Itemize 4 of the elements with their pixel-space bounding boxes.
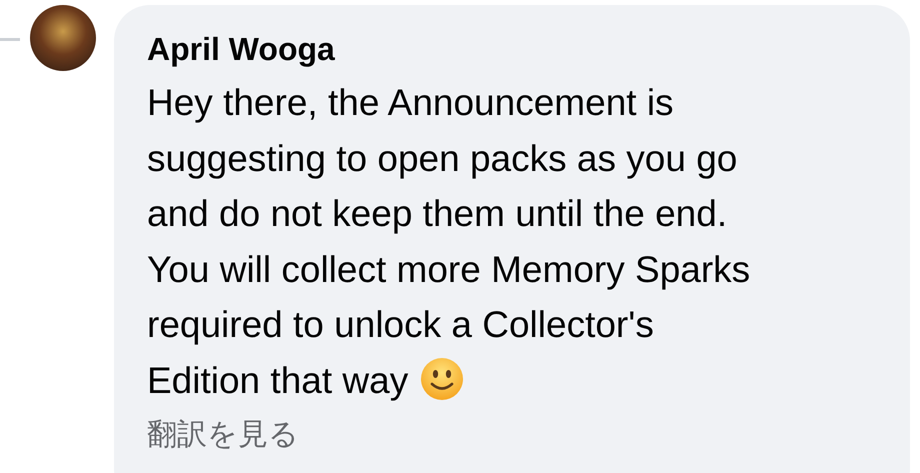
- comment-text: Hey there, the Announcement is suggesting to open packs as you go and do not keep them until the end. You will collect more Memory Sparks required to unlock a Collector's Edition that way: [147, 81, 752, 403]
- see-translation-link[interactable]: 翻訳を見る: [147, 414, 299, 455]
- author-name[interactable]: April Wooga: [147, 27, 890, 71]
- smiling-face-icon: [420, 356, 464, 400]
